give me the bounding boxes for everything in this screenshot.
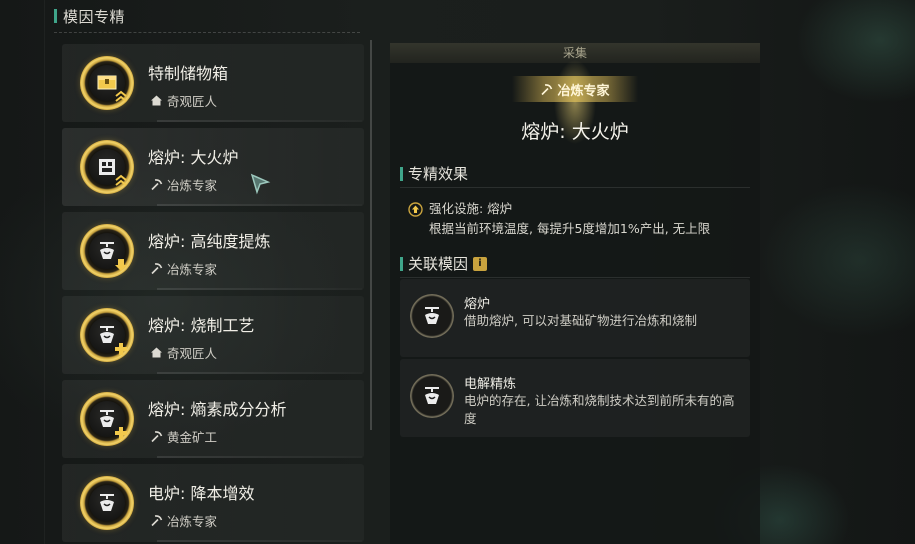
item-title: 熔炉: 大火炉 — [148, 148, 239, 167]
item-title: 熔炉: 高纯度提炼 — [148, 232, 271, 251]
chevron-icon — [115, 174, 127, 186]
item-title: 特制储物箱 — [148, 64, 229, 83]
category-label: 采集 — [390, 43, 760, 63]
divider — [400, 277, 750, 278]
pickaxe-icon — [151, 515, 163, 527]
plus-icon — [115, 343, 127, 355]
related-gene-card[interactable]: 电解精炼 电炉的存在, 让冶炼和烧制技术达到前所未有的高度 — [400, 359, 750, 437]
item-title: 熔炉: 烧制工艺 — [148, 316, 255, 335]
upgrade-arrow-icon — [408, 201, 423, 217]
page-title: 模因专精 — [63, 7, 126, 26]
header-divider — [54, 32, 360, 33]
item-subtitle: 奇观匠人 — [150, 91, 217, 110]
medal-icon — [80, 56, 134, 110]
related-gene-card[interactable]: 熔炉 借助熔炉, 可以对基础矿物进行冶炼和烧制 — [400, 279, 750, 357]
smelter-icon — [410, 374, 454, 418]
gene-name: 熔炉 — [464, 297, 491, 312]
section-header: 模因专精 — [54, 5, 125, 27]
pickaxe-icon — [151, 263, 163, 275]
chevron-icon — [115, 90, 127, 102]
info-icon[interactable]: i — [473, 256, 488, 271]
detail-panel: 采集 冶炼专家 熔炉: 大火炉 专精效果 强化设施: 熔炉 根据当前环境温度, … — [390, 43, 760, 544]
item-subtitle: 黄金矿工 — [150, 427, 217, 446]
medal-icon — [80, 140, 134, 194]
gene-desc: 借助熔炉, 可以对基础矿物进行冶炼和烧制 — [464, 313, 697, 328]
medal-icon — [80, 392, 134, 446]
item-subtitle: 奇观匠人 — [150, 343, 217, 362]
pickaxe-icon — [541, 83, 553, 95]
gene-name: 电解精炼 — [464, 377, 517, 392]
list-scrollbar[interactable] — [370, 40, 372, 430]
list-item-furnace-entropy[interactable]: 熔炉: 熵素成分分析 黄金矿工 — [62, 380, 364, 458]
smelter-icon — [410, 294, 454, 338]
item-subtitle: 冶炼专家 — [150, 511, 217, 530]
list-item-furnace-refine[interactable]: 熔炉: 高纯度提炼 冶炼专家 — [62, 212, 364, 290]
item-title: 熔炉: 熵素成分分析 — [148, 400, 287, 419]
item-subtitle: 冶炼专家 — [150, 175, 217, 194]
effect-text: 强化设施: 熔炉 根据当前环境温度, 每提升5度增加1%产出, 无上限 — [408, 199, 710, 239]
list-item-furnace-firing[interactable]: 熔炉: 烧制工艺 奇观匠人 — [62, 296, 364, 374]
header-accent-bar — [54, 9, 57, 23]
pickaxe-icon — [151, 179, 163, 191]
arrow-down-icon — [115, 259, 127, 271]
pickaxe-icon — [151, 431, 163, 443]
frame-edge — [44, 0, 45, 544]
related-header: 关联模因 i — [400, 253, 488, 274]
medal-icon — [80, 476, 134, 530]
home-icon — [151, 95, 162, 106]
home-icon — [151, 347, 162, 358]
cursor-icon — [250, 173, 271, 195]
list-item-furnace-big[interactable]: 熔炉: 大火炉 冶炼专家 — [62, 128, 364, 206]
medal-icon — [80, 308, 134, 362]
gene-desc: 电炉的存在, 让冶炼和烧制技术达到前所未有的高度 — [464, 393, 735, 426]
meme-list: 特制储物箱 奇观匠人 熔炉: 大火炉 冶炼专家 熔炉: 高纯度提炼 冶炼专家 熔… — [62, 44, 364, 544]
specialist-tag: 冶炼专家 — [512, 76, 638, 102]
medal-icon — [80, 224, 134, 278]
item-subtitle: 冶炼专家 — [150, 259, 217, 278]
plus-icon — [115, 427, 127, 439]
detail-title: 熔炉: 大火炉 — [521, 121, 629, 143]
list-item-electric-furnace[interactable]: 电炉: 降本增效 冶炼专家 — [62, 464, 364, 542]
smelter-icon — [100, 494, 114, 511]
light-glow — [535, 48, 615, 168]
item-title: 电炉: 降本增效 — [148, 484, 255, 503]
effect-header: 专精效果 — [400, 163, 468, 184]
divider — [400, 187, 750, 188]
list-item-storage-box[interactable]: 特制储物箱 奇观匠人 — [62, 44, 364, 122]
